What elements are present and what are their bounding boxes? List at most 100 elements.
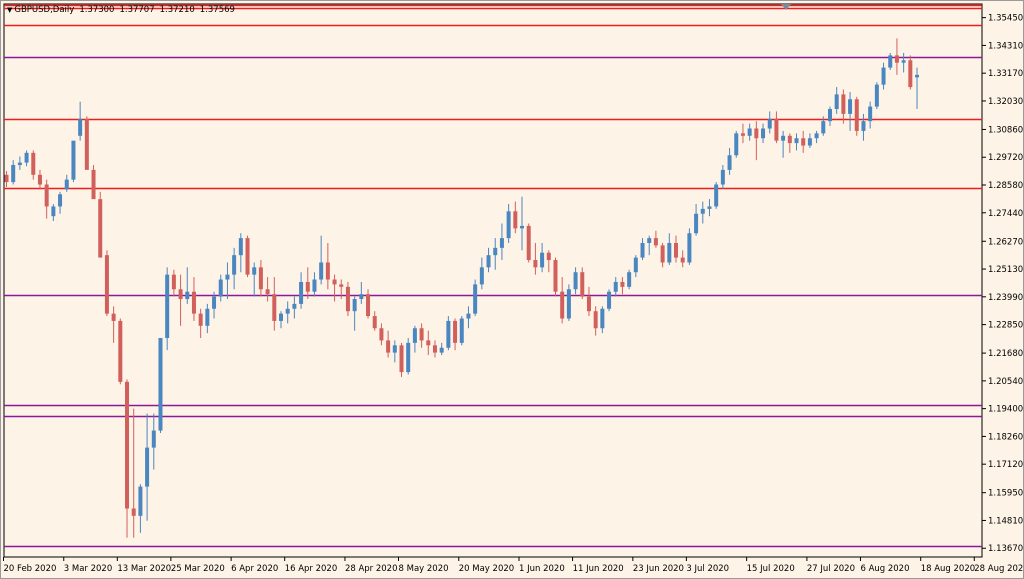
- candle: [131, 408, 136, 538]
- candle-body: [191, 291, 196, 314]
- candle-body: [392, 345, 397, 353]
- candle: [607, 289, 612, 312]
- candle: [787, 133, 792, 153]
- candle-body: [198, 313, 203, 326]
- candle-body: [687, 233, 692, 263]
- candle-body: [339, 284, 344, 287]
- candle-body: [600, 308, 605, 329]
- candle-body: [312, 279, 317, 292]
- candle: [359, 281, 364, 304]
- candle: [426, 330, 431, 356]
- candle-body: [51, 206, 56, 217]
- price-tick-label: 1.27440: [988, 209, 1023, 219]
- candle-body: [37, 174, 42, 185]
- candle: [78, 101, 83, 141]
- candle: [453, 318, 458, 351]
- price-tick-label: 1.21680: [988, 349, 1023, 359]
- candle: [486, 247, 491, 273]
- candle: [37, 169, 42, 190]
- candle-body: [212, 296, 217, 309]
- candle-body: [171, 274, 176, 290]
- candle: [714, 182, 719, 209]
- chart-window[interactable]: 1.35450 1.34310 1.33170 1.32030 1.30860 1.297…: [0, 0, 1024, 579]
- candle-body: [345, 286, 350, 312]
- candle: [774, 111, 779, 144]
- candle-body: [379, 328, 384, 341]
- price-tick-label: 1.25130: [988, 265, 1023, 275]
- candle-body: [238, 238, 243, 256]
- time-tick-label: 11 Jun 2020: [573, 564, 624, 574]
- candle: [633, 255, 638, 278]
- candle: [901, 52, 906, 73]
- candle: [466, 306, 471, 329]
- price-tick-label: 1.19400: [988, 405, 1023, 415]
- candle: [560, 277, 565, 324]
- candle-body: [319, 262, 324, 280]
- candle: [674, 235, 678, 263]
- candle: [727, 147, 732, 175]
- candlestick-chart[interactable]: 1.35450 1.34310 1.33170 1.32030 1.30860 1.297…: [1, 1, 1023, 578]
- time-tick-label: 1 Jun 2020: [519, 564, 565, 574]
- candle-body: [165, 274, 170, 338]
- candle: [245, 235, 250, 278]
- candle-body: [613, 281, 618, 292]
- candle-body: [560, 291, 565, 319]
- candle: [31, 150, 36, 180]
- candle: [700, 201, 705, 224]
- candle: [171, 269, 176, 297]
- candle-body: [64, 179, 69, 190]
- candle: [841, 89, 846, 124]
- dropdown-triangle-icon[interactable]: ▼: [7, 6, 12, 14]
- candle: [366, 289, 371, 319]
- candle: [58, 191, 63, 214]
- plot-frame: [3, 3, 983, 558]
- candle: [894, 38, 899, 75]
- candle-body: [145, 447, 150, 487]
- candle-body: [848, 99, 853, 114]
- candle: [520, 196, 525, 251]
- time-tick-label: 25 Mar 2020: [171, 564, 225, 574]
- candle-body: [466, 313, 471, 319]
- price-tick-label: 1.20540: [988, 377, 1023, 387]
- candle-body: [540, 252, 545, 268]
- candle: [399, 342, 404, 377]
- candle: [761, 123, 766, 144]
- candle-body: [459, 318, 464, 343]
- price-tick-label: 1.32030: [988, 97, 1023, 107]
- candle: [17, 156, 22, 170]
- candle: [312, 272, 317, 297]
- candle-body: [278, 313, 283, 321]
- candle-body: [479, 267, 484, 285]
- candle: [299, 272, 304, 309]
- time-tick-label: 6 Aug 2020: [860, 564, 909, 574]
- candle-body: [111, 313, 116, 321]
- candle-body: [566, 289, 571, 319]
- candle-body: [399, 345, 404, 373]
- candle-body: [734, 133, 739, 156]
- candle-body: [372, 316, 377, 329]
- candle-body: [821, 121, 826, 134]
- candle-body: [674, 242, 678, 258]
- candle: [272, 277, 277, 331]
- candle: [493, 238, 498, 270]
- candle: [647, 235, 652, 256]
- candle: [513, 201, 518, 234]
- candle: [834, 87, 839, 114]
- candle: [908, 55, 913, 90]
- price-tick-label: 1.28580: [988, 181, 1023, 191]
- candle: [660, 242, 665, 268]
- candle-body: [908, 60, 913, 88]
- candle-body: [78, 118, 83, 136]
- symbol-label: GBPUSD,Daily: [14, 5, 75, 15]
- candle: [412, 325, 417, 353]
- candle: [653, 230, 658, 248]
- candle: [372, 311, 377, 331]
- candle-body: [446, 320, 451, 348]
- candle: [292, 296, 297, 319]
- candle-body: [84, 118, 89, 170]
- candle-body: [218, 279, 223, 297]
- candle-body: [178, 289, 183, 300]
- candle-body: [131, 508, 136, 516]
- candle-body: [787, 135, 792, 144]
- candle-body: [225, 274, 230, 280]
